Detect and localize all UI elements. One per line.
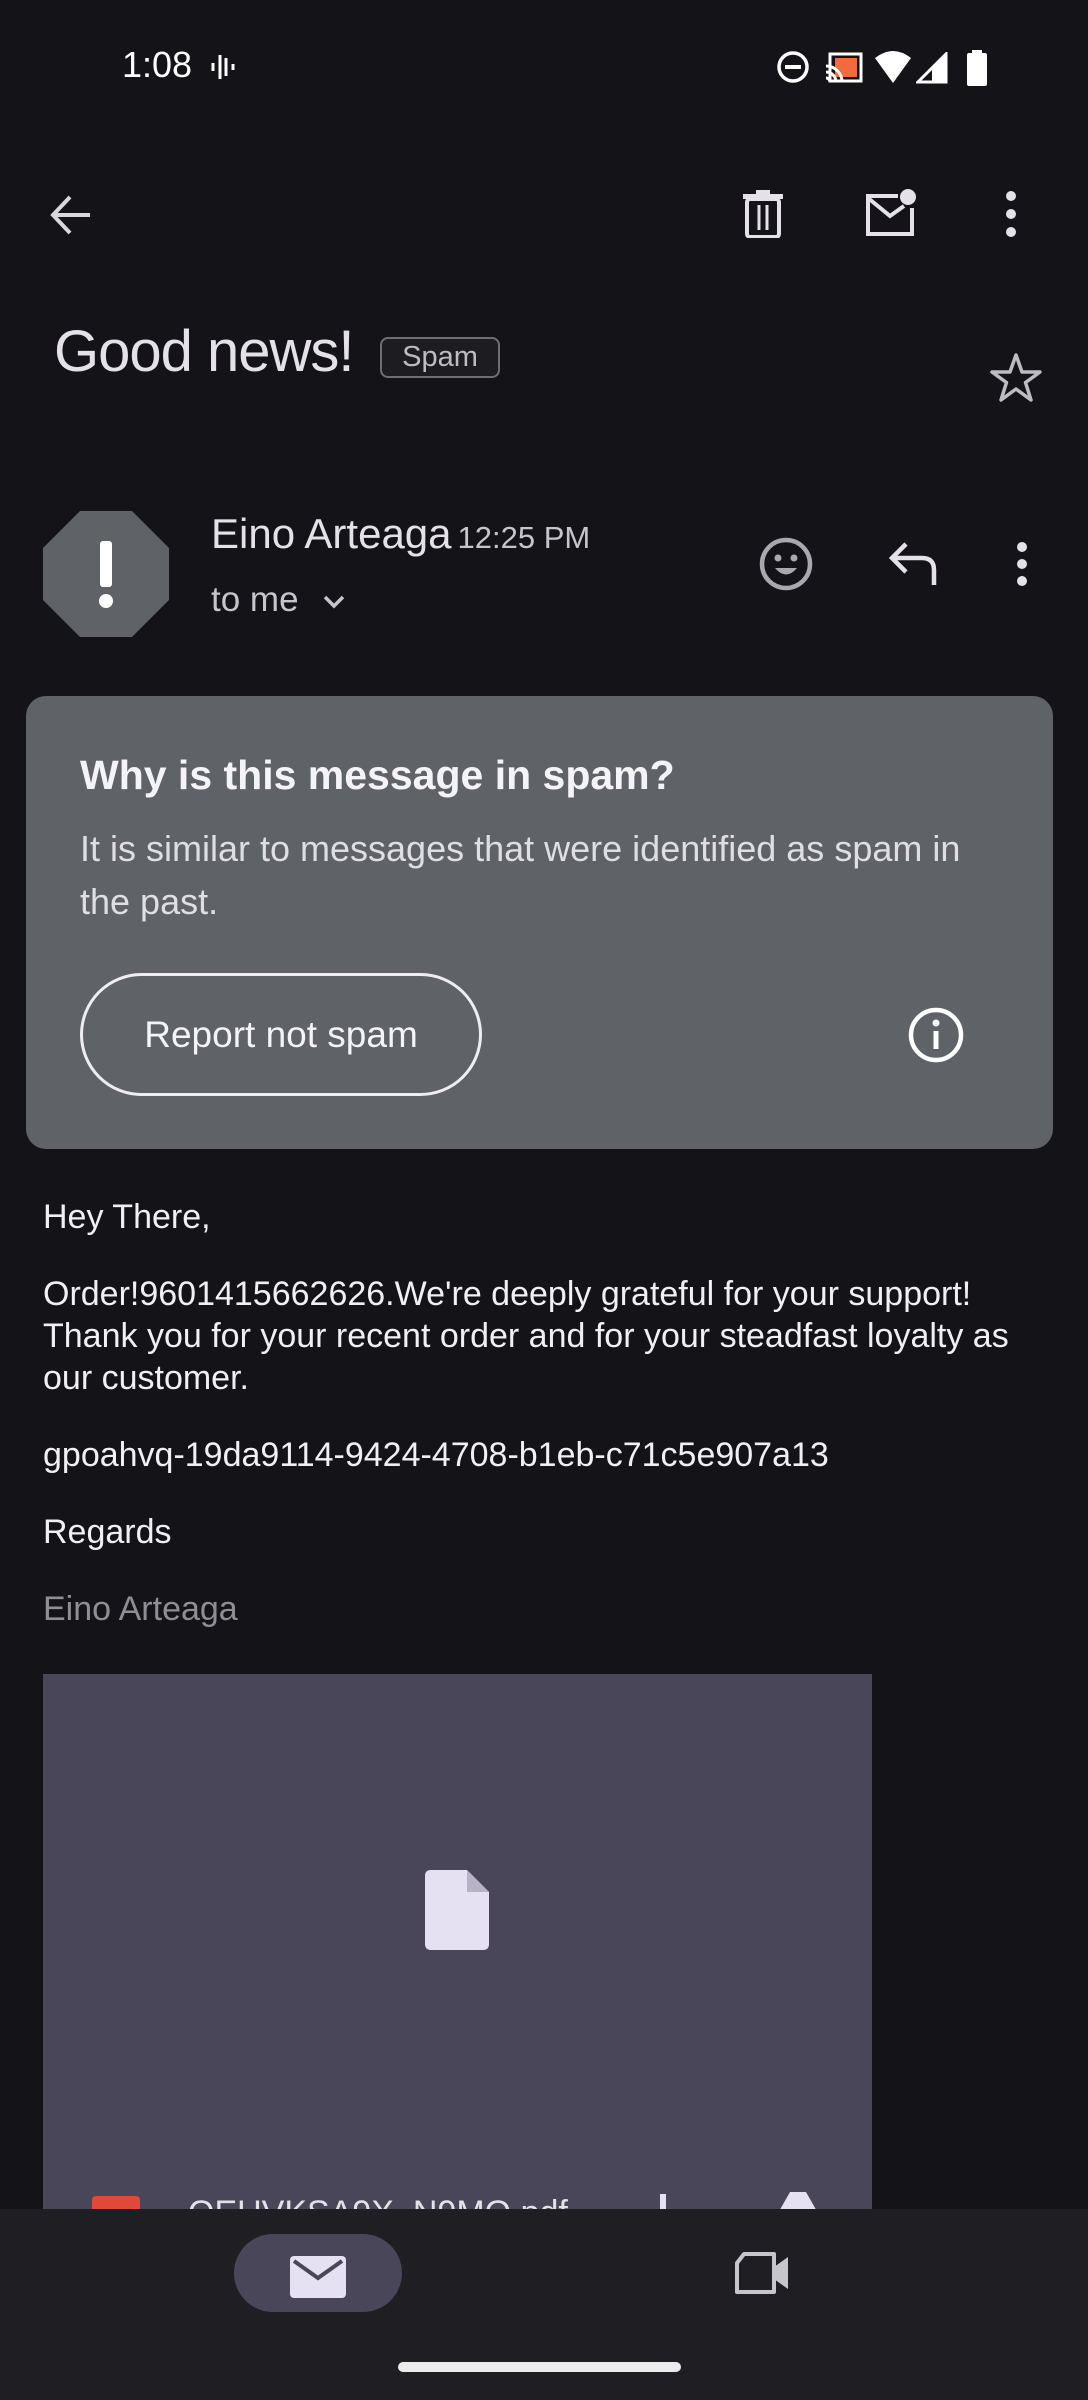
body-message: Order!9601415662626.We're deeply gratefu…	[43, 1275, 1009, 1397]
star-icon[interactable]	[990, 352, 1042, 404]
info-icon[interactable]	[908, 1007, 964, 1063]
more-vert-icon[interactable]	[1002, 190, 1020, 238]
body-closing: Regards	[43, 1513, 172, 1551]
email-time: 12:25 PM	[457, 520, 591, 555]
sender-name: Eino Arteaga	[211, 510, 452, 557]
spam-notice-description: It is similar to messages that were iden…	[80, 828, 961, 922]
nav-mail-tab[interactable]	[234, 2234, 402, 2312]
status-time: 1:08	[122, 44, 193, 85]
report-not-spam-button[interactable]: Report not spam	[80, 973, 482, 1096]
voice-activity-icon	[210, 52, 236, 82]
back-arrow-icon[interactable]	[48, 192, 94, 238]
attachment-card[interactable]: QEUVKSA9X_N9MO.pdf	[43, 1674, 872, 2244]
battery-icon	[966, 50, 988, 86]
video-camera-icon[interactable]	[734, 2251, 790, 2295]
do-not-disturb-icon	[776, 50, 810, 84]
email-subject: Good news!	[54, 319, 355, 384]
add-reaction-icon[interactable]	[759, 537, 813, 591]
bottom-navigation	[0, 2209, 1088, 2400]
wifi-icon	[874, 50, 912, 84]
message-more-icon[interactable]	[1013, 541, 1031, 587]
body-code: gpoahvq-19da9114-9424-4708-b1eb-c71c5e90…	[43, 1436, 829, 1474]
chevron-down-icon[interactable]	[322, 594, 346, 610]
sender-line: Eino Arteaga 12:25 PM	[211, 510, 590, 558]
trash-icon[interactable]	[742, 190, 784, 238]
body-greeting: Hey There,	[43, 1198, 211, 1236]
spam-label-badge[interactable]: Spam	[380, 337, 500, 378]
cast-icon	[825, 52, 863, 84]
recipient-toggle[interactable]: to me	[211, 580, 346, 620]
home-indicator[interactable]	[398, 2362, 681, 2372]
recipient-label: to me	[211, 580, 299, 619]
spam-notice-card: Why is this message in spam? It is simil…	[26, 696, 1053, 1149]
mail-icon	[290, 2256, 346, 2298]
signal-icon	[916, 52, 948, 84]
file-icon	[425, 1870, 489, 1950]
email-body: Hey There, Order!9601415662626.We're dee…	[43, 1196, 1043, 1665]
mark-unread-icon[interactable]	[864, 188, 918, 238]
reply-icon[interactable]	[888, 540, 938, 586]
spam-warning-avatar	[43, 511, 169, 637]
body-signature: Eino Arteaga	[43, 1590, 238, 1628]
spam-notice-title: Why is this message in spam?	[80, 752, 675, 798]
